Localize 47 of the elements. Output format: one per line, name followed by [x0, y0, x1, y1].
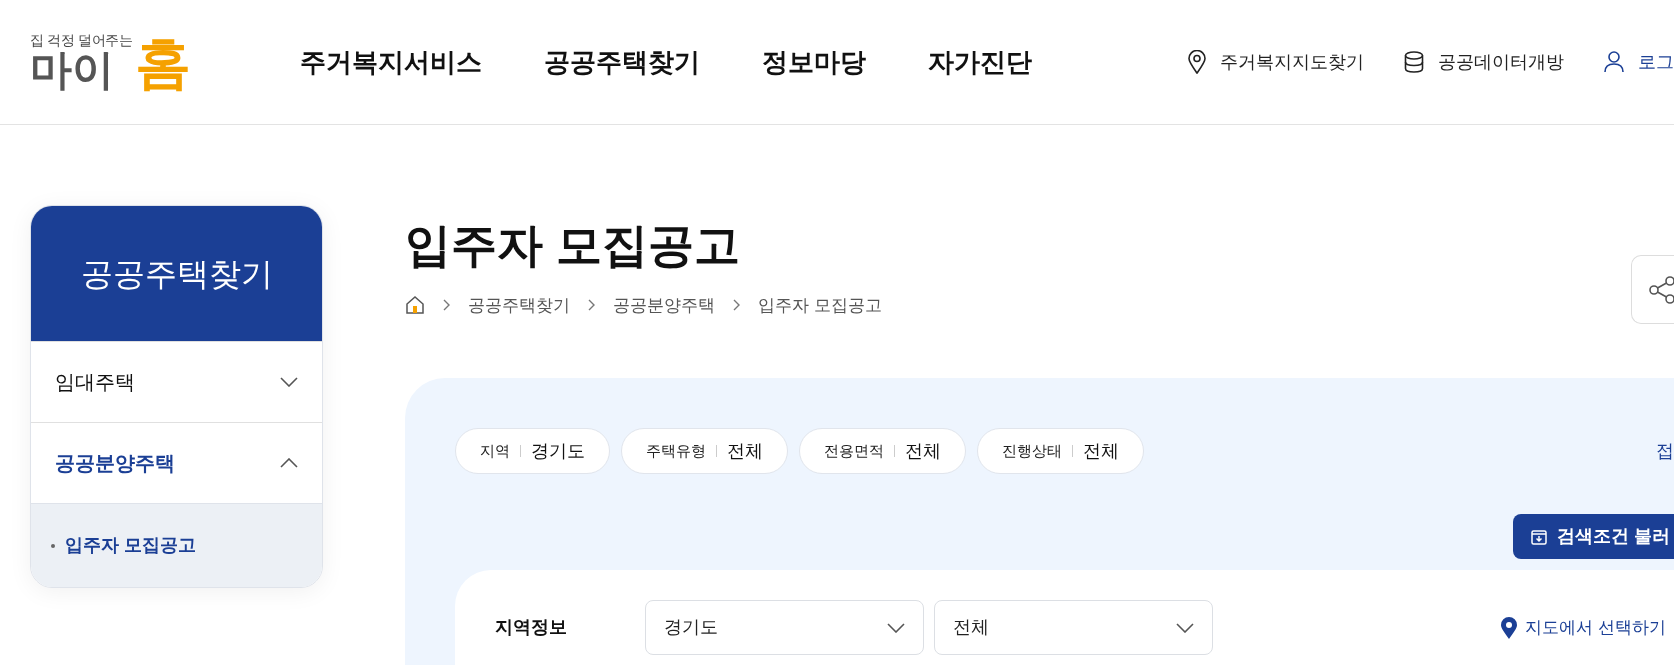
download-box-icon — [1531, 528, 1547, 545]
nav-link[interactable]: 공공주택찾기 — [544, 42, 700, 82]
database-icon — [1404, 51, 1424, 73]
utility-link[interactable]: 로그 — [1604, 48, 1674, 76]
map-select-link[interactable]: 지도에서 선택하기 — [1501, 614, 1666, 641]
chevron-right-icon — [733, 299, 740, 312]
page-title: 입주자 모집공고 — [405, 218, 741, 273]
utility-link[interactable]: 공공데이터개방 — [1404, 48, 1564, 76]
nav-link[interactable]: 자가진단 — [928, 42, 1032, 82]
select-dropdown[interactable]: 전체 — [934, 600, 1213, 655]
chevron-down-icon — [1176, 622, 1194, 633]
field-label: 지역정보 — [495, 616, 568, 639]
share-icon — [1648, 274, 1674, 305]
chevron-down-icon — [887, 622, 905, 633]
user-icon — [1604, 51, 1624, 73]
chip-label: 주택유형 — [646, 440, 706, 461]
sidebar-item[interactable]: 공공분양주택 — [31, 422, 322, 503]
breadcrumb-link[interactable]: 공공주택찾기 — [468, 292, 570, 318]
chip-value: 전체 — [1083, 439, 1119, 463]
filter-chip[interactable]: 진행상태 전체 — [977, 428, 1144, 474]
chevron-right-icon — [443, 299, 450, 312]
chevron-up-icon — [280, 458, 298, 468]
chevron-down-icon — [280, 377, 298, 387]
breadcrumb-link[interactable]: 입주자 모집공고 — [758, 292, 882, 318]
chip-label: 지역 — [480, 440, 510, 461]
location-pin-icon — [1501, 616, 1518, 639]
chip-value: 경기도 — [531, 439, 585, 463]
load-conditions-button[interactable]: 검색조건 불러 — [1513, 514, 1674, 559]
nav-link[interactable]: 정보마당 — [762, 42, 866, 82]
filter-chip[interactable]: 주택유형 전체 — [621, 428, 788, 474]
utility-link[interactable]: 주거복지지도찾기 — [1188, 48, 1364, 76]
filter-chip[interactable]: 전용면적 전체 — [799, 428, 966, 474]
breadcrumb-link[interactable]: 공공분양주택 — [613, 292, 715, 318]
collapse-link[interactable]: 접 — [1656, 437, 1674, 465]
location-pin-icon — [1188, 50, 1206, 74]
share-button[interactable] — [1631, 255, 1674, 324]
chip-value: 전체 — [727, 439, 763, 463]
select-dropdown[interactable]: 경기도 — [645, 600, 924, 655]
filter-chip[interactable]: 지역 경기도 — [455, 428, 610, 474]
chip-label: 진행상태 — [1002, 440, 1062, 461]
sidebar-item[interactable]: 임대주택 — [31, 341, 322, 422]
chevron-right-icon — [588, 299, 595, 312]
nav-link[interactable]: 주거복지서비스 — [300, 42, 482, 82]
sidebar-title: 공공주택찾기 — [80, 254, 273, 294]
home-icon[interactable] — [405, 295, 425, 316]
chip-label: 전용면적 — [824, 440, 884, 461]
chip-value: 전체 — [905, 439, 941, 463]
